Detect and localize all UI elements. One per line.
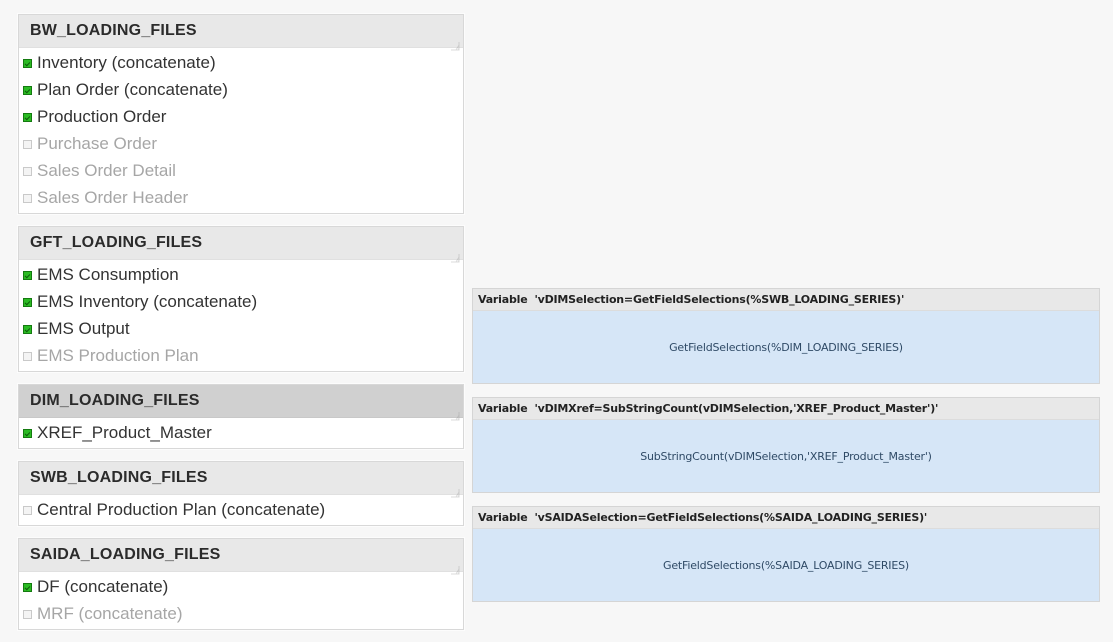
listbox-swb_loading_files: SWB_LOADING_FILES Central Production Plan… bbox=[18, 461, 464, 526]
variable-box: Variable 'vDIMSelection=GetFieldSelection… bbox=[472, 288, 1100, 384]
qlikview-sheet: BW_LOADING_FILES Inventory (concatenate) P… bbox=[0, 0, 1113, 630]
listbox-item-label: EMS Inventory (concatenate) bbox=[37, 291, 258, 311]
listbox-item[interactable]: EMS Inventory (concatenate) bbox=[19, 288, 463, 315]
listbox-item-label: Purchase Order bbox=[37, 133, 157, 153]
listbox-caption[interactable]: BW_LOADING_FILES bbox=[19, 15, 463, 51]
listbox-item-label: DF (concatenate) bbox=[37, 576, 169, 596]
listbox-item-label: Inventory (concatenate) bbox=[37, 52, 216, 72]
listbox-item[interactable]: Inventory (concatenate) bbox=[19, 49, 463, 76]
variable-box-caption[interactable]: Variable 'vDIMXref=SubStringCount(vDIMSel… bbox=[473, 398, 1099, 420]
listbox-item[interactable]: DF (concatenate) bbox=[19, 573, 463, 600]
checkbox-unchecked-icon bbox=[23, 167, 32, 176]
listbox-gft_loading_files: GFT_LOADING_FILES EMS Consumption EMS Inve… bbox=[18, 226, 464, 372]
listbox-item-label: Sales Order Header bbox=[37, 187, 189, 207]
listbox-item-label: Plan Order (concatenate) bbox=[37, 79, 228, 99]
resize-grip-icon[interactable] bbox=[450, 407, 460, 421]
listbox-title: GFT_LOADING_FILES bbox=[30, 234, 203, 251]
listbox-body: Central Production Plan (concatenate) bbox=[19, 495, 463, 525]
checkbox-checked-icon bbox=[23, 583, 32, 592]
listbox-title: DIM_LOADING_FILES bbox=[30, 392, 200, 409]
checkbox-checked-icon bbox=[23, 86, 32, 95]
listbox-item-label: Central Production Plan (concatenate) bbox=[37, 499, 326, 519]
variable-keyword: Variable bbox=[478, 402, 528, 415]
listbox-caption[interactable]: SWB_LOADING_FILES bbox=[19, 462, 463, 498]
variable-value: SubStringCount(vDIMSelection,'XREF_Produ… bbox=[640, 449, 932, 463]
resize-grip-icon[interactable] bbox=[450, 37, 460, 51]
listbox-title: SWB_LOADING_FILES bbox=[30, 469, 208, 486]
checkbox-unchecked-icon bbox=[23, 140, 32, 149]
listbox-body: EMS Consumption EMS Inventory (concatenat… bbox=[19, 260, 463, 371]
variable-expression: 'vDIMXref=SubStringCount(vDIMSelection,'… bbox=[534, 402, 939, 415]
variable-box-body: SubStringCount(vDIMSelection,'XREF_Produ… bbox=[473, 420, 1099, 492]
listbox-item-label: Production Order bbox=[37, 106, 167, 126]
checkbox-unchecked-icon bbox=[23, 610, 32, 619]
listbox-body: DF (concatenate) MRF (concatenate) bbox=[19, 572, 463, 629]
variable-box: Variable 'vSAIDASelection=GetFieldSelecti… bbox=[472, 506, 1100, 602]
resize-grip-icon[interactable] bbox=[450, 249, 460, 263]
variable-expression: 'vSAIDASelection=GetFieldSelections(%SAI… bbox=[534, 511, 928, 524]
listbox-item[interactable]: MRF (concatenate) bbox=[19, 600, 463, 627]
listbox-title: SAIDA_LOADING_FILES bbox=[30, 546, 221, 563]
listbox-item[interactable]: EMS Output bbox=[19, 315, 463, 342]
listbox-caption[interactable]: SAIDA_LOADING_FILES bbox=[19, 539, 463, 575]
variable-box-caption[interactable]: Variable 'vDIMSelection=GetFieldSelection… bbox=[473, 289, 1099, 311]
listbox-column: BW_LOADING_FILES Inventory (concatenate) P… bbox=[18, 14, 464, 642]
listbox-item-label: EMS Output bbox=[37, 318, 130, 338]
listbox-item[interactable]: XREF_Product_Master bbox=[19, 419, 463, 446]
checkbox-checked-icon bbox=[23, 429, 32, 438]
variable-value: GetFieldSelections(%DIM_LOADING_SERIES) bbox=[669, 340, 903, 354]
listbox-item[interactable]: Plan Order (concatenate) bbox=[19, 76, 463, 103]
listbox-title: BW_LOADING_FILES bbox=[30, 22, 197, 39]
variable-box-body: GetFieldSelections(%SAIDA_LOADING_SERIES… bbox=[473, 529, 1099, 601]
listbox-body: Inventory (concatenate) Plan Order (conca… bbox=[19, 48, 463, 213]
listbox-bw_loading_files: BW_LOADING_FILES Inventory (concatenate) P… bbox=[18, 14, 464, 214]
checkbox-checked-icon bbox=[23, 113, 32, 122]
checkbox-checked-icon bbox=[23, 59, 32, 68]
variable-value: GetFieldSelections(%SAIDA_LOADING_SERIES… bbox=[663, 558, 909, 572]
listbox-item-label: Sales Order Detail bbox=[37, 160, 176, 180]
listbox-item[interactable]: EMS Production Plan bbox=[19, 342, 463, 369]
resize-grip-icon[interactable] bbox=[450, 484, 460, 498]
listbox-saida_loading_files: SAIDA_LOADING_FILES DF (concatenate) MRF (… bbox=[18, 538, 464, 630]
checkbox-unchecked-icon bbox=[23, 506, 32, 515]
variable-box-body: GetFieldSelections(%DIM_LOADING_SERIES) bbox=[473, 311, 1099, 383]
variable-expression: 'vDIMSelection=GetFieldSelections(%SWB_L… bbox=[534, 293, 905, 306]
listbox-body: XREF_Product_Master bbox=[19, 418, 463, 448]
listbox-item-label: EMS Consumption bbox=[37, 264, 179, 284]
listbox-item[interactable]: Sales Order Detail bbox=[19, 157, 463, 184]
variable-keyword: Variable bbox=[478, 511, 528, 524]
listbox-item[interactable]: Sales Order Header bbox=[19, 184, 463, 211]
checkbox-unchecked-icon bbox=[23, 352, 32, 361]
checkbox-unchecked-icon bbox=[23, 194, 32, 203]
variable-keyword: Variable bbox=[478, 293, 528, 306]
listbox-item[interactable]: Production Order bbox=[19, 103, 463, 130]
listbox-item[interactable]: Central Production Plan (concatenate) bbox=[19, 496, 463, 523]
listbox-caption[interactable]: GFT_LOADING_FILES bbox=[19, 227, 463, 263]
listbox-item[interactable]: Purchase Order bbox=[19, 130, 463, 157]
listbox-item-label: XREF_Product_Master bbox=[37, 422, 212, 442]
variable-box-caption[interactable]: Variable 'vSAIDASelection=GetFieldSelecti… bbox=[473, 507, 1099, 529]
checkbox-checked-icon bbox=[23, 271, 32, 280]
variable-box: Variable 'vDIMXref=SubStringCount(vDIMSel… bbox=[472, 397, 1100, 493]
listbox-item[interactable]: EMS Consumption bbox=[19, 261, 463, 288]
checkbox-checked-icon bbox=[23, 325, 32, 334]
listbox-caption[interactable]: DIM_LOADING_FILES bbox=[19, 385, 463, 421]
listbox-item-label: EMS Production Plan bbox=[37, 345, 199, 365]
resize-grip-icon[interactable] bbox=[450, 561, 460, 575]
variable-box-column: Variable 'vDIMSelection=GetFieldSelection… bbox=[472, 288, 1100, 615]
listbox-dim_loading_files: DIM_LOADING_FILES XREF_Product_Master bbox=[18, 384, 464, 449]
checkbox-checked-icon bbox=[23, 298, 32, 307]
listbox-item-label: MRF (concatenate) bbox=[37, 603, 183, 623]
